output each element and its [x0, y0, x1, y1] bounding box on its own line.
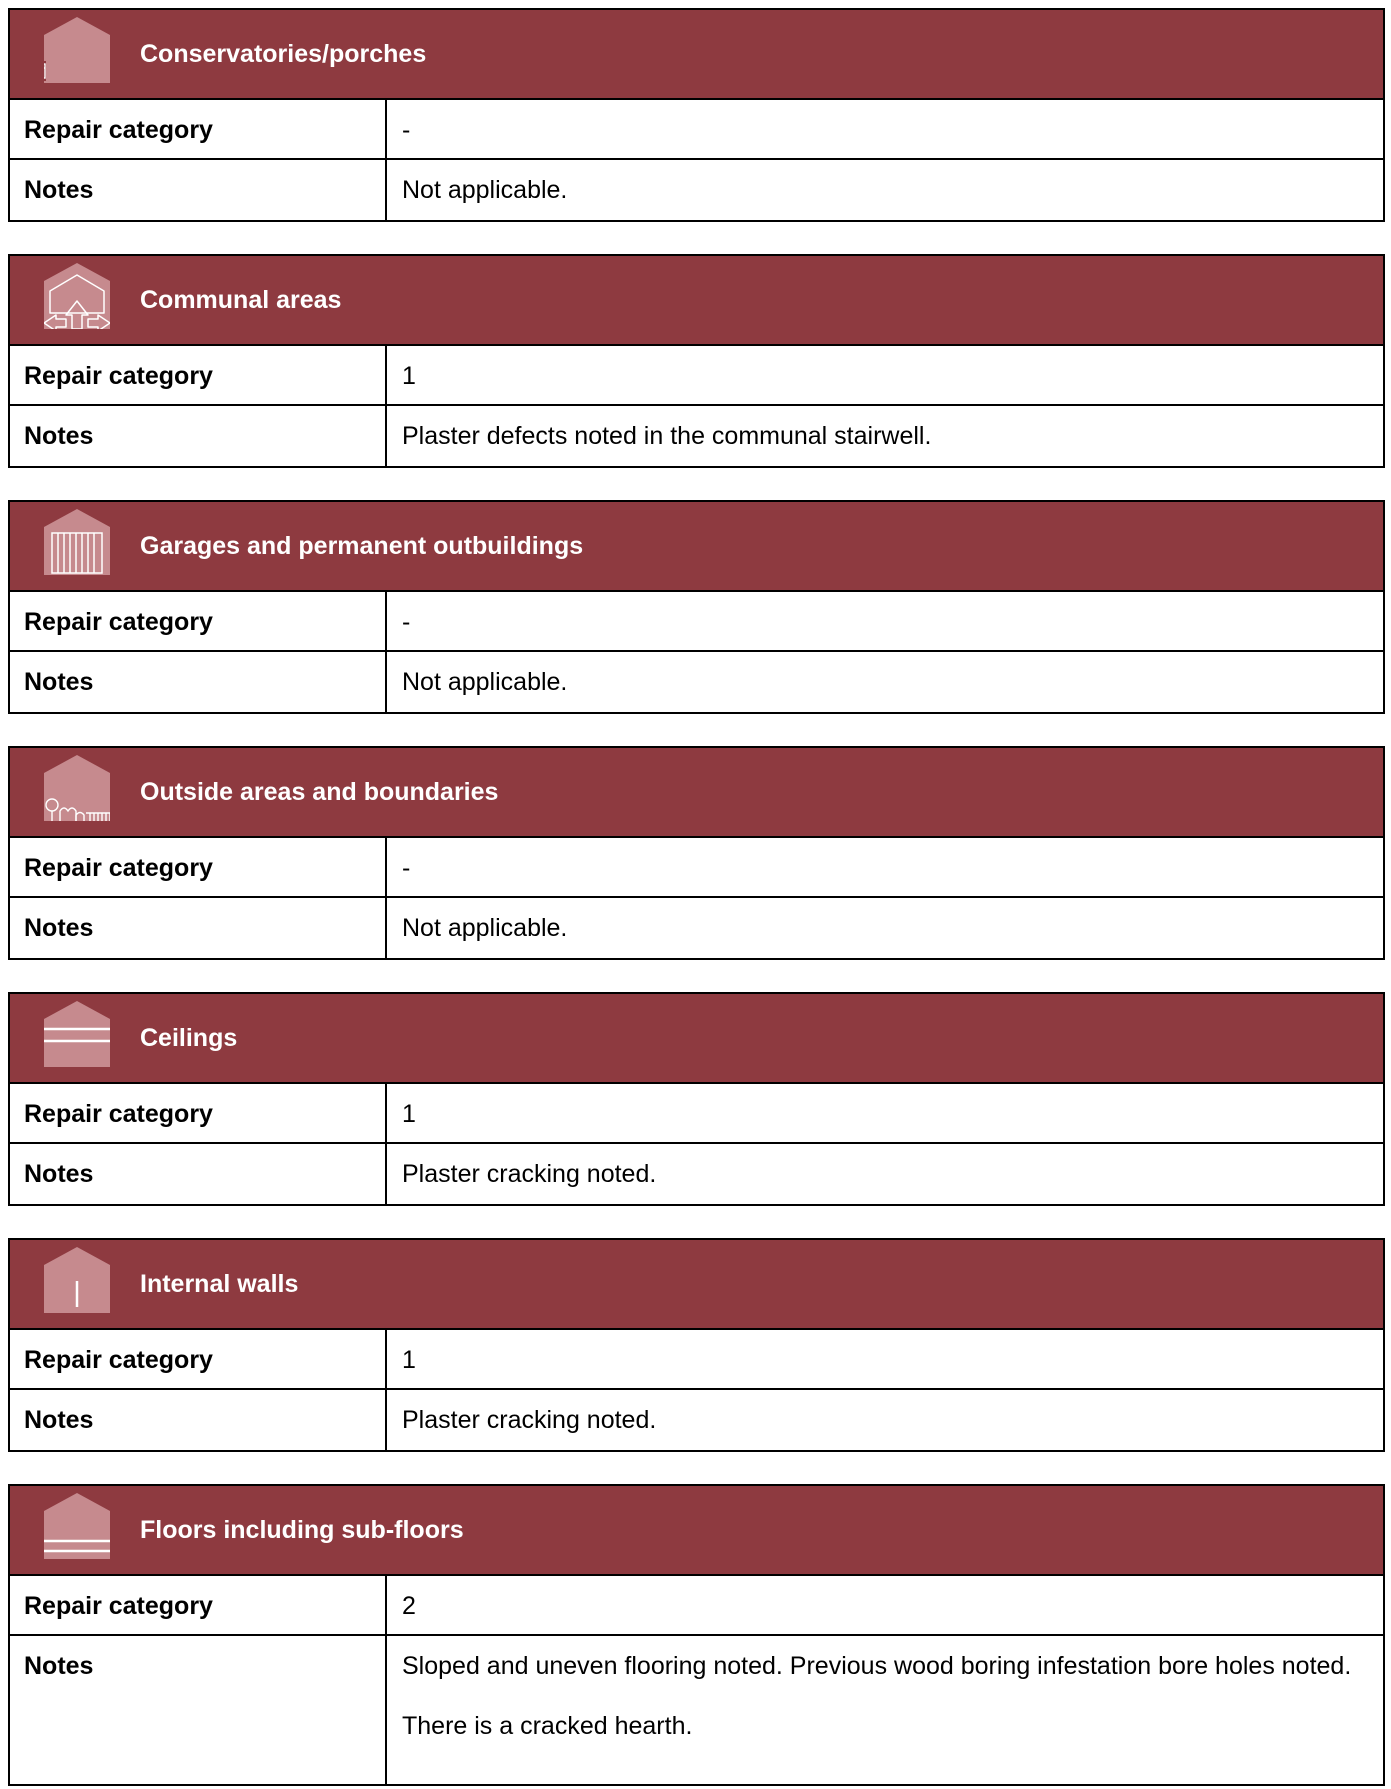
- notes-value: Plaster defects noted in the communal st…: [402, 422, 932, 450]
- notes-label: Notes: [10, 1636, 387, 1784]
- notes-row: Notes Sloped and uneven flooring noted. …: [10, 1636, 1383, 1784]
- repair-category-row: Repair category -: [10, 592, 1383, 652]
- repair-category-value: 1: [402, 362, 416, 390]
- communal-areas-icon: [44, 263, 110, 329]
- repair-category-value: -: [402, 854, 411, 882]
- repair-category-label: Repair category: [10, 346, 387, 404]
- section-internal-walls: Internal walls Repair category 1 Notes P…: [8, 1238, 1385, 1452]
- repair-category-row: Repair category 1: [10, 1330, 1383, 1390]
- section-header: Conservatories/porches: [10, 10, 1383, 100]
- floors-icon: [44, 1493, 110, 1559]
- notes-row: Notes Not applicable.: [10, 652, 1383, 712]
- repair-category-label: Repair category: [10, 592, 387, 650]
- repair-category-value: -: [402, 608, 411, 636]
- notes-row: Notes Plaster cracking noted.: [10, 1390, 1383, 1450]
- section-header: Internal walls: [10, 1240, 1383, 1330]
- repair-category-value: 1: [402, 1346, 416, 1374]
- notes-value: Not applicable.: [402, 176, 568, 204]
- notes-label: Notes: [10, 898, 387, 958]
- notes-row: Notes Plaster cracking noted.: [10, 1144, 1383, 1204]
- section-header: Outside areas and boundaries: [10, 748, 1383, 838]
- notes-label: Notes: [10, 406, 387, 466]
- repair-category-label: Repair category: [10, 838, 387, 896]
- repair-category-row: Repair category -: [10, 100, 1383, 160]
- section-title: Internal walls: [140, 1270, 299, 1298]
- section-garages-outbuildings: Garages and permanent outbuildings Repai…: [8, 500, 1385, 714]
- repair-category-value: -: [402, 116, 411, 144]
- section-title: Floors including sub-floors: [140, 1516, 464, 1544]
- repair-category-row: Repair category 1: [10, 1084, 1383, 1144]
- repair-category-label: Repair category: [10, 1330, 387, 1388]
- notes-value: Sloped and uneven flooring noted. Previo…: [387, 1636, 1383, 1784]
- section-ceilings: Ceilings Repair category 1 Notes Plaster…: [8, 992, 1385, 1206]
- section-header: Communal areas: [10, 256, 1383, 346]
- notes-label: Notes: [10, 652, 387, 712]
- notes-value: Not applicable.: [402, 668, 568, 696]
- repair-category-label: Repair category: [10, 100, 387, 158]
- section-communal-areas: Communal areas Repair category 1 Notes P…: [8, 254, 1385, 468]
- repair-category-row: Repair category -: [10, 838, 1383, 898]
- outside-areas-icon: [44, 755, 110, 821]
- repair-category-value: 1: [402, 1100, 416, 1128]
- notes-row: Notes Not applicable.: [10, 898, 1383, 958]
- ceilings-icon: [44, 1001, 110, 1067]
- section-header: Garages and permanent outbuildings: [10, 502, 1383, 592]
- section-title: Ceilings: [140, 1024, 238, 1052]
- section-header: Floors including sub-floors: [10, 1486, 1383, 1576]
- notes-paragraph: Sloped and uneven flooring noted. Previo…: [402, 1652, 1352, 1680]
- notes-label: Notes: [10, 1144, 387, 1204]
- garage-icon: [44, 509, 110, 575]
- repair-category-label: Repair category: [10, 1576, 387, 1634]
- repair-category-row: Repair category 2: [10, 1576, 1383, 1636]
- section-title: Conservatories/porches: [140, 40, 427, 68]
- notes-value: Plaster cracking noted.: [402, 1160, 657, 1188]
- notes-row: Notes Plaster defects noted in the commu…: [10, 406, 1383, 466]
- notes-paragraph: There is a cracked hearth.: [402, 1712, 693, 1740]
- notes-value: Plaster cracking noted.: [402, 1406, 657, 1434]
- repair-category-row: Repair category 1: [10, 346, 1383, 406]
- conservatory-icon: [44, 17, 110, 83]
- section-outside-areas-boundaries: Outside areas and boundaries Repair cate…: [8, 746, 1385, 960]
- repair-category-value: 2: [402, 1592, 416, 1620]
- section-header: Ceilings: [10, 994, 1383, 1084]
- repair-category-label: Repair category: [10, 1084, 387, 1142]
- section-title: Communal areas: [140, 286, 342, 314]
- section-conservatories-porches: Conservatories/porches Repair category -…: [8, 8, 1385, 222]
- notes-label: Notes: [10, 1390, 387, 1450]
- section-floors-sub-floors: Floors including sub-floors Repair categ…: [8, 1484, 1385, 1786]
- internal-walls-icon: [44, 1247, 110, 1313]
- section-title: Garages and permanent outbuildings: [140, 532, 584, 560]
- notes-value: Not applicable.: [402, 914, 568, 942]
- notes-row: Notes Not applicable.: [10, 160, 1383, 220]
- section-title: Outside areas and boundaries: [140, 778, 499, 806]
- notes-label: Notes: [10, 160, 387, 220]
